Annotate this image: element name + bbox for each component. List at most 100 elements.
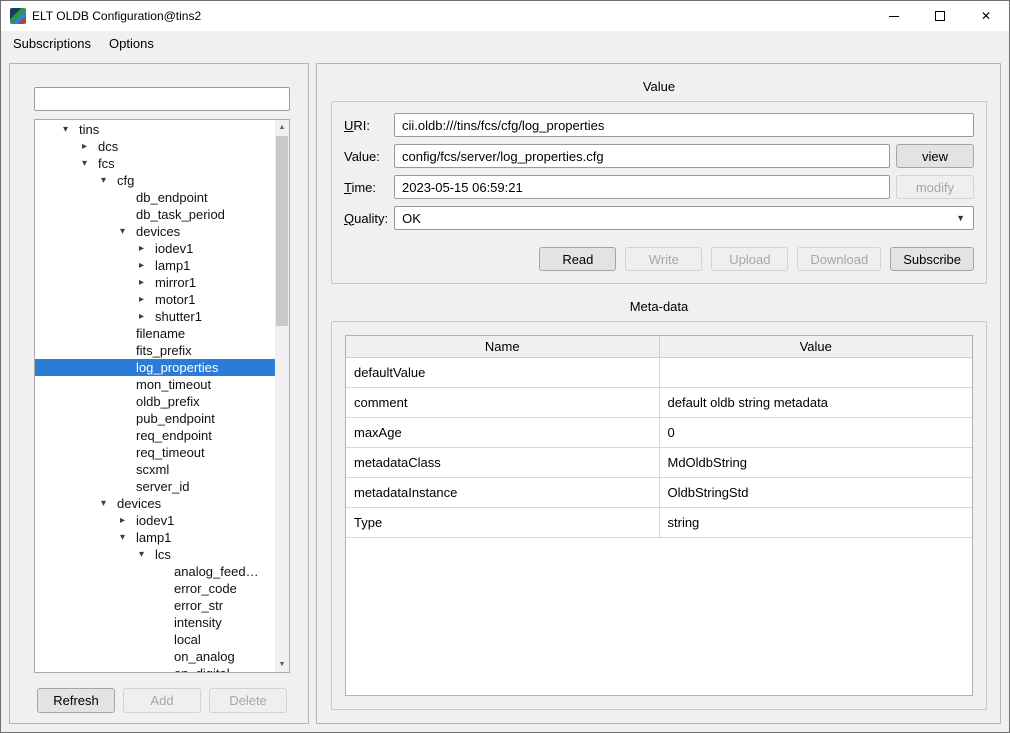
tree-indent (63, 265, 139, 266)
chevron-down-icon[interactable]: ▾ (120, 223, 136, 240)
minimize-icon (889, 16, 899, 17)
tree-item-error_code[interactable]: error_code (35, 580, 275, 597)
scrollbar-thumb[interactable] (276, 136, 288, 326)
tree-indent (63, 435, 120, 436)
tree-item-tins[interactable]: ▾tins (35, 121, 275, 138)
chevron-down-icon[interactable]: ▾ (101, 172, 117, 189)
column-header-name[interactable]: Name (346, 336, 659, 357)
tree-item-fits_prefix[interactable]: fits_prefix (35, 342, 275, 359)
tree-item-fcs[interactable]: ▾fcs (35, 155, 275, 172)
add-button[interactable]: Add (123, 688, 201, 713)
tree-scrollbar[interactable]: ▲ ▼ (275, 120, 289, 672)
subscribe-button[interactable]: Subscribe (890, 247, 974, 271)
tree-item-devices[interactable]: ▾devices (35, 495, 275, 512)
value-group: URI: Value: view Time: modify Quality: (331, 101, 987, 284)
maximize-icon (935, 11, 945, 21)
tree-indent (63, 180, 101, 181)
chevron-down-icon[interactable]: ▾ (120, 529, 136, 546)
chevron-right-icon[interactable]: ▸ (120, 512, 136, 529)
metadata-group: Name Value defaultValuecommentdefault ol… (331, 321, 987, 710)
tree-item-lamp1[interactable]: ▾lamp1 (35, 529, 275, 546)
write-button[interactable]: Write (625, 247, 702, 271)
tree-item-analog_feed[interactable]: analog_feed… (35, 563, 275, 580)
tree-item-lcs[interactable]: ▾lcs (35, 546, 275, 563)
table-row[interactable]: defaultValue (346, 358, 972, 388)
tree-item-on_digital[interactable]: on_digital (35, 665, 275, 672)
chevron-right-icon[interactable]: ▸ (139, 240, 155, 257)
modify-button[interactable]: modify (896, 175, 974, 199)
table-row[interactable]: commentdefault oldb string metadata (346, 388, 972, 418)
tree-item-label: server_id (136, 479, 189, 494)
menu-options[interactable]: Options (100, 31, 163, 55)
tree-item-shutter1[interactable]: ▸shutter1 (35, 308, 275, 325)
tree-item-local[interactable]: local (35, 631, 275, 648)
chevron-right-icon[interactable]: ▸ (139, 274, 155, 291)
tree-item-iodev1[interactable]: ▸iodev1 (35, 512, 275, 529)
uri-input[interactable] (394, 113, 974, 137)
tree-item-on_analog[interactable]: on_analog (35, 648, 275, 665)
tree-indent (63, 282, 139, 283)
value-group-title: Value (331, 64, 987, 101)
column-header-value[interactable]: Value (659, 336, 973, 357)
upload-button[interactable]: Upload (711, 247, 788, 271)
chevron-down-icon[interactable]: ▾ (101, 495, 117, 512)
table-row[interactable]: metadataInstanceOldbStringStd (346, 478, 972, 508)
chevron-right-icon[interactable]: ▸ (82, 138, 98, 155)
tree-item-label: cfg (117, 173, 134, 188)
chevron-right-icon[interactable]: ▸ (139, 291, 155, 308)
app-window: ELT OLDB Configuration@tins2 ✕ Subscript… (0, 0, 1010, 733)
tree-item-req_timeout[interactable]: req_timeout (35, 444, 275, 461)
tree-item-label: devices (136, 224, 180, 239)
value-input[interactable] (394, 144, 890, 168)
tree-item-motor1[interactable]: ▸motor1 (35, 291, 275, 308)
download-button[interactable]: Download (797, 247, 881, 271)
tree-item-server_id[interactable]: server_id (35, 478, 275, 495)
time-input[interactable] (394, 175, 890, 199)
tree-item-req_endpoint[interactable]: req_endpoint (35, 427, 275, 444)
tree-item-dcs[interactable]: ▸dcs (35, 138, 275, 155)
chevron-down-icon[interactable]: ▾ (63, 121, 79, 138)
tree-item-filename[interactable]: filename (35, 325, 275, 342)
read-button[interactable]: Read (539, 247, 616, 271)
tree-item-lamp1[interactable]: ▸lamp1 (35, 257, 275, 274)
cell-value: string (659, 508, 973, 537)
chevron-down-icon[interactable]: ▾ (82, 155, 98, 172)
tree-item-scxml[interactable]: scxml (35, 461, 275, 478)
tree-item-log_properties[interactable]: log_properties (35, 359, 275, 376)
tree-item-db_task_period[interactable]: db_task_period (35, 206, 275, 223)
chevron-down-icon[interactable]: ▾ (139, 546, 155, 563)
tree-item-intensity[interactable]: intensity (35, 614, 275, 631)
table-row[interactable]: metadataClassMdOldbString (346, 448, 972, 478)
table-row[interactable]: Typestring (346, 508, 972, 538)
minimize-button[interactable] (871, 1, 917, 31)
chevron-right-icon[interactable]: ▸ (139, 257, 155, 274)
tree-item-mirror1[interactable]: ▸mirror1 (35, 274, 275, 291)
tree-indent (63, 486, 120, 487)
delete-button[interactable]: Delete (209, 688, 287, 713)
tree-item-iodev1[interactable]: ▸iodev1 (35, 240, 275, 257)
tree-item-error_str[interactable]: error_str (35, 597, 275, 614)
tree-item-db_endpoint[interactable]: db_endpoint (35, 189, 275, 206)
close-button[interactable]: ✕ (963, 1, 1009, 31)
tree-item-mon_timeout[interactable]: mon_timeout (35, 376, 275, 393)
tree-item-oldb_prefix[interactable]: oldb_prefix (35, 393, 275, 410)
refresh-button[interactable]: Refresh (37, 688, 115, 713)
uri-label: URI: (344, 118, 388, 133)
tree-item-label: mon_timeout (136, 377, 211, 392)
quality-select[interactable]: OK ▼ (394, 206, 974, 230)
maximize-button[interactable] (917, 1, 963, 31)
scroll-down-icon[interactable]: ▼ (275, 657, 289, 672)
scroll-up-icon[interactable]: ▲ (275, 120, 289, 135)
tree-item-pub_endpoint[interactable]: pub_endpoint (35, 410, 275, 427)
view-button[interactable]: view (896, 144, 974, 168)
table-row[interactable]: maxAge0 (346, 418, 972, 448)
tree-filter-input[interactable] (34, 87, 290, 111)
tree-item-devices[interactable]: ▾devices (35, 223, 275, 240)
tree-indent (63, 350, 120, 351)
tree-item-label: on_digital (174, 666, 230, 672)
tree-indent (63, 214, 120, 215)
tree-item-cfg[interactable]: ▾cfg (35, 172, 275, 189)
menu-subscriptions[interactable]: Subscriptions (4, 31, 100, 55)
scrollbar-track[interactable] (275, 135, 289, 657)
chevron-right-icon[interactable]: ▸ (139, 308, 155, 325)
